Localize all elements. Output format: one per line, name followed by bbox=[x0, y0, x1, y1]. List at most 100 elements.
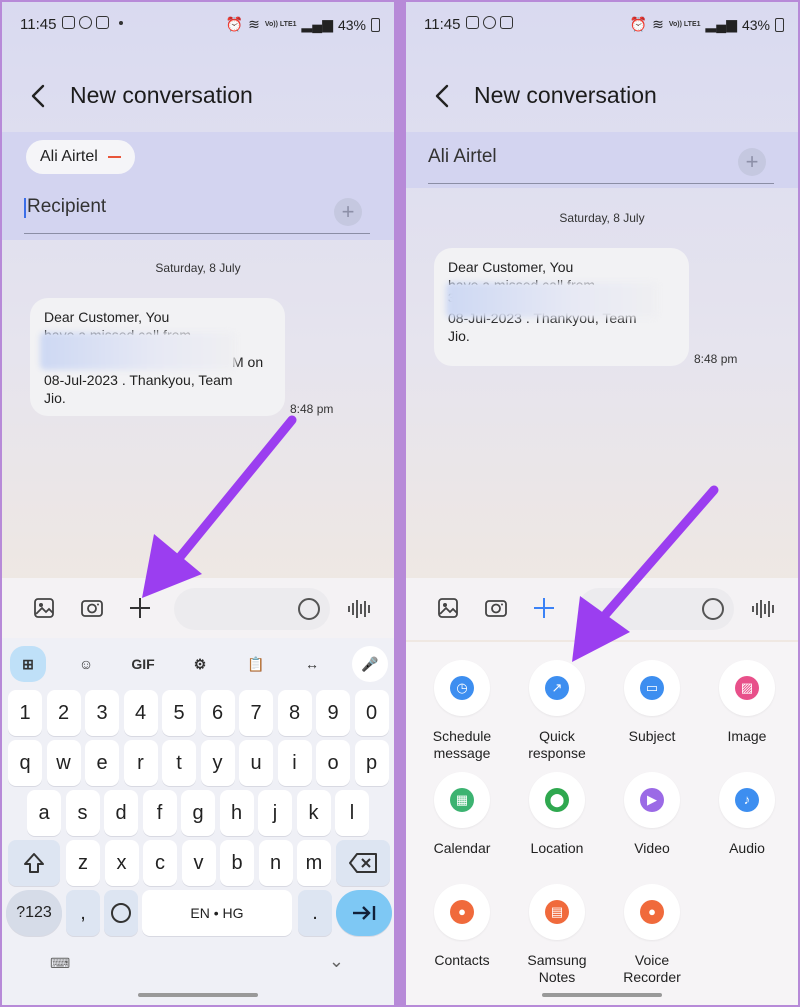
key-y[interactable]: y bbox=[200, 740, 235, 786]
message-line: Dear Customer, You bbox=[448, 259, 574, 275]
sticker-icon[interactable]: ☺ bbox=[72, 650, 100, 678]
key-t[interactable]: t bbox=[162, 740, 196, 786]
audio-button[interactable]: ♪ Audio bbox=[699, 772, 795, 857]
voice-wave-icon[interactable] bbox=[752, 600, 776, 618]
backspace-key[interactable] bbox=[336, 840, 390, 886]
key-x[interactable]: x bbox=[104, 840, 139, 886]
recipient-input[interactable]: Ali Airtel bbox=[428, 146, 774, 184]
key-e[interactable]: e bbox=[85, 740, 119, 786]
voice-recorder-button[interactable]: ● Voice Recorder bbox=[604, 884, 700, 986]
key-1[interactable]: 1 bbox=[8, 690, 42, 736]
battery-icon bbox=[371, 17, 380, 32]
key-p[interactable]: p bbox=[354, 740, 389, 786]
key-u[interactable]: u bbox=[239, 740, 273, 786]
left-screen: 11:45 ⏰ ≋ Vo)) LTE1 ▂▄▆ 43% New conversa… bbox=[0, 0, 396, 1007]
key-k[interactable]: k bbox=[296, 790, 331, 836]
quick-response-button[interactable]: ↗ Quick response bbox=[509, 660, 605, 762]
home-indicator[interactable] bbox=[542, 993, 662, 997]
key-b[interactable]: b bbox=[220, 840, 254, 886]
app-bar: New conversation bbox=[2, 72, 394, 122]
composer-bar bbox=[2, 578, 394, 640]
schedule-message-button[interactable]: ◷ Schedule message bbox=[414, 660, 510, 762]
date-separator: Saturday, 8 July bbox=[559, 211, 645, 225]
key-m[interactable]: m bbox=[297, 840, 331, 886]
emoji-key[interactable] bbox=[104, 890, 138, 936]
back-arrow-icon[interactable] bbox=[28, 82, 50, 110]
key-8[interactable]: 8 bbox=[277, 690, 312, 736]
key-r[interactable]: r bbox=[123, 740, 158, 786]
key-0[interactable]: 0 bbox=[354, 690, 389, 736]
key-9[interactable]: 9 bbox=[316, 690, 350, 736]
emoji-icon[interactable] bbox=[298, 598, 320, 620]
key-5[interactable]: 5 bbox=[162, 690, 196, 736]
key-7[interactable]: 7 bbox=[239, 690, 273, 736]
space-key[interactable]: EN • HG bbox=[142, 890, 292, 936]
key-n[interactable]: n bbox=[258, 840, 293, 886]
clipboard-icon[interactable]: 📋 bbox=[242, 650, 270, 678]
hide-keyboard-chevron-icon[interactable]: ⌄ bbox=[329, 951, 344, 972]
key-6[interactable]: 6 bbox=[200, 690, 235, 736]
add-recipient-icon[interactable]: + bbox=[738, 148, 766, 176]
gallery-icon[interactable] bbox=[32, 596, 56, 620]
emoji-icon[interactable] bbox=[702, 598, 724, 620]
key-j[interactable]: j bbox=[258, 790, 292, 836]
key-h[interactable]: h bbox=[219, 790, 254, 836]
key-a[interactable]: a bbox=[27, 790, 61, 836]
attachment-label: Voice Recorder bbox=[623, 952, 681, 985]
microphone-icon[interactable]: 🎤 bbox=[352, 646, 388, 682]
key-s[interactable]: s bbox=[65, 790, 100, 836]
remove-recipient-icon[interactable] bbox=[107, 156, 121, 158]
keyboard-switch-icon[interactable]: ⌨ bbox=[50, 955, 70, 972]
key-w[interactable]: w bbox=[46, 740, 81, 786]
samsung-notes-button[interactable]: ▤ Samsung Notes bbox=[509, 884, 605, 986]
recipient-placeholder: Recipient bbox=[27, 196, 107, 217]
recipient-chip[interactable]: Ali Airtel bbox=[26, 140, 135, 174]
symbols-key[interactable]: ?123 bbox=[6, 890, 62, 936]
video-button[interactable]: ▶ Video bbox=[604, 772, 700, 857]
key-d[interactable]: d bbox=[104, 790, 138, 836]
attach-plus-icon[interactable] bbox=[128, 596, 152, 620]
subject-button[interactable]: ▭ Subject bbox=[604, 660, 700, 745]
back-arrow-icon[interactable] bbox=[432, 82, 454, 110]
camera-icon[interactable] bbox=[484, 596, 508, 620]
calendar-button[interactable]: ▦ Calendar bbox=[414, 772, 510, 857]
key-i[interactable]: i bbox=[277, 740, 312, 786]
key-3[interactable]: 3 bbox=[85, 690, 119, 736]
key-4[interactable]: 4 bbox=[123, 690, 158, 736]
voice-wave-icon[interactable] bbox=[348, 600, 372, 618]
key-o[interactable]: o bbox=[316, 740, 350, 786]
status-time: 11:45 bbox=[20, 16, 57, 33]
key-c[interactable]: c bbox=[143, 840, 177, 886]
camera-icon[interactable] bbox=[80, 596, 104, 620]
contacts-button[interactable]: ● Contacts bbox=[414, 884, 510, 969]
period-key[interactable]: . bbox=[298, 890, 332, 936]
location-button[interactable]: ⬤ Location bbox=[509, 772, 605, 857]
apps-grid-icon[interactable]: ⊞ bbox=[10, 646, 46, 682]
cursor-move-icon[interactable]: ↔ bbox=[298, 650, 326, 678]
attach-plus-icon[interactable] bbox=[532, 596, 556, 620]
enter-key[interactable] bbox=[336, 890, 392, 936]
key-f[interactable]: f bbox=[142, 790, 177, 836]
app-bar: New conversation bbox=[406, 72, 798, 122]
key-q[interactable]: q bbox=[8, 740, 42, 786]
battery-level: 43% bbox=[337, 16, 366, 33]
key-l[interactable]: l bbox=[335, 790, 369, 836]
recipient-input[interactable]: Recipient bbox=[24, 196, 370, 234]
date-separator: Saturday, 8 July bbox=[155, 261, 241, 275]
comma-key[interactable]: , bbox=[66, 890, 100, 936]
key-g[interactable]: g bbox=[181, 790, 215, 836]
instagram-status-icon bbox=[500, 16, 513, 29]
settings-gear-icon[interactable]: ⚙ bbox=[186, 650, 214, 678]
key-2[interactable]: 2 bbox=[46, 690, 81, 736]
gallery-icon[interactable] bbox=[436, 596, 460, 620]
home-indicator[interactable] bbox=[138, 993, 258, 997]
image-button[interactable]: ▨ Image bbox=[699, 660, 795, 745]
key-v[interactable]: v bbox=[181, 840, 216, 886]
status-bar: 11:45 ⏰ ≋ Vo)) LTE1 ▂▄▆ 43% bbox=[2, 2, 394, 48]
calendar-icon: ▦ bbox=[450, 788, 474, 812]
key-z[interactable]: z bbox=[66, 840, 100, 886]
alarm-icon: ⏰ bbox=[629, 16, 648, 32]
add-recipient-icon[interactable]: + bbox=[334, 198, 362, 226]
shift-key[interactable] bbox=[8, 840, 60, 886]
gif-button[interactable]: GIF bbox=[126, 650, 160, 678]
